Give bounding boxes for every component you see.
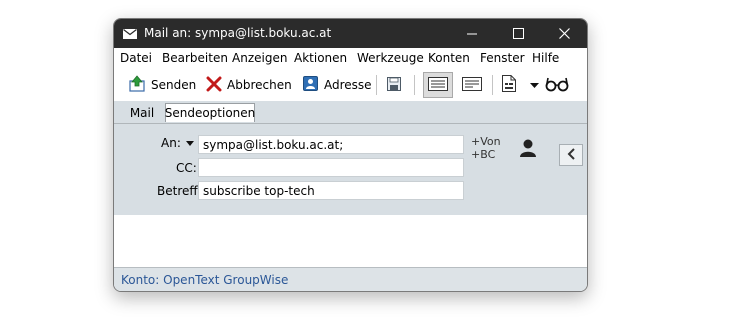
menu-datei[interactable]: Datei <box>120 51 152 65</box>
plus-icon: + <box>471 135 481 148</box>
toolbar: Senden Abbrechen Adresse <box>114 69 587 101</box>
contact-person-button[interactable] <box>519 138 537 161</box>
attachment-document-button[interactable] <box>501 69 517 101</box>
to-label: An: <box>161 136 181 150</box>
send-button[interactable]: Senden <box>128 69 196 101</box>
account-status: Konto: OpenText GroupWise <box>121 273 289 287</box>
menu-bearbeiten[interactable]: Bearbeiten <box>162 51 228 65</box>
address-book-button[interactable]: Adresse <box>302 69 372 101</box>
menu-bar: Datei Bearbeiten Anzeigen Aktionen Werkz… <box>114 48 587 69</box>
send-icon <box>128 74 146 96</box>
html-view-toggle[interactable] <box>457 69 487 101</box>
html-view-icon <box>462 76 482 94</box>
add-bc-label: BC <box>480 148 496 161</box>
menu-hilfe[interactable]: Hilfe <box>532 51 559 65</box>
address-header: An: sympa@list.boku.ac.at; CC: Betreff: … <box>114 124 587 215</box>
window-title: Mail an: sympa@list.boku.ac.at <box>144 26 332 40</box>
maximize-button[interactable] <box>495 19 541 48</box>
address-book-icon <box>302 75 319 95</box>
cancel-icon <box>206 76 222 95</box>
person-icon <box>519 139 537 161</box>
tab-strip: Mail Sendeoptionen <box>114 101 587 124</box>
save-draft-button[interactable] <box>386 69 402 101</box>
add-from-label: Von <box>480 135 501 148</box>
toolbar-separator <box>376 75 377 95</box>
cc-field[interactable] <box>198 158 464 177</box>
tab-send-options[interactable]: Sendeoptionen <box>165 103 255 122</box>
close-button[interactable] <box>541 19 587 48</box>
plus-icon: + <box>471 148 481 161</box>
envelope-icon <box>123 28 137 42</box>
tab-send-options-label: Sendeoptionen <box>164 106 256 120</box>
menu-konten[interactable]: Konten <box>428 51 470 65</box>
menu-werkzeuge[interactable]: Werkzeuge <box>357 51 424 65</box>
message-body[interactable] <box>114 215 587 267</box>
document-icon <box>501 74 517 96</box>
status-bar: Konto: OpenText GroupWise <box>114 267 587 291</box>
tab-mail[interactable]: Mail <box>119 103 165 122</box>
address-book-label: Adresse <box>324 78 372 92</box>
minimize-button[interactable] <box>449 19 495 48</box>
spell-check-button[interactable] <box>545 69 569 101</box>
to-field[interactable]: sympa@list.boku.ac.at; <box>198 135 464 154</box>
dropdown-arrow-button[interactable] <box>530 69 539 101</box>
tab-mail-label: Mail <box>129 105 155 120</box>
plain-text-view-toggle[interactable] <box>423 72 453 98</box>
toolbar-separator <box>414 75 415 95</box>
subject-label: Betreff: <box>157 184 202 198</box>
text-view-icon <box>428 76 448 94</box>
subject-field[interactable]: subscribe top-tech <box>198 181 464 200</box>
chevron-left-icon <box>567 147 575 163</box>
cc-label: CC: <box>176 161 197 175</box>
cancel-button[interactable]: Abbrechen <box>206 69 292 101</box>
to-dropdown[interactable]: An: <box>161 136 194 150</box>
menu-anzeigen[interactable]: Anzeigen <box>232 51 287 65</box>
collapse-panel-button[interactable] <box>559 144 583 166</box>
add-from-link[interactable]: +Von <box>471 135 501 148</box>
toolbar-separator <box>492 75 493 95</box>
cancel-label: Abbrechen <box>227 78 292 92</box>
title-bar[interactable]: Mail an: sympa@list.boku.ac.at <box>114 19 587 48</box>
compose-window: Mail an: sympa@list.boku.ac.at Datei Bea… <box>113 18 588 292</box>
chevron-down-icon <box>185 140 194 146</box>
chevron-down-icon <box>530 78 539 92</box>
menu-aktionen[interactable]: Aktionen <box>294 51 347 65</box>
menu-fenster[interactable]: Fenster <box>480 51 525 65</box>
add-bc-link[interactable]: +BC <box>471 148 495 161</box>
glasses-icon <box>545 76 569 95</box>
send-label: Senden <box>151 78 197 92</box>
save-icon <box>386 76 402 95</box>
